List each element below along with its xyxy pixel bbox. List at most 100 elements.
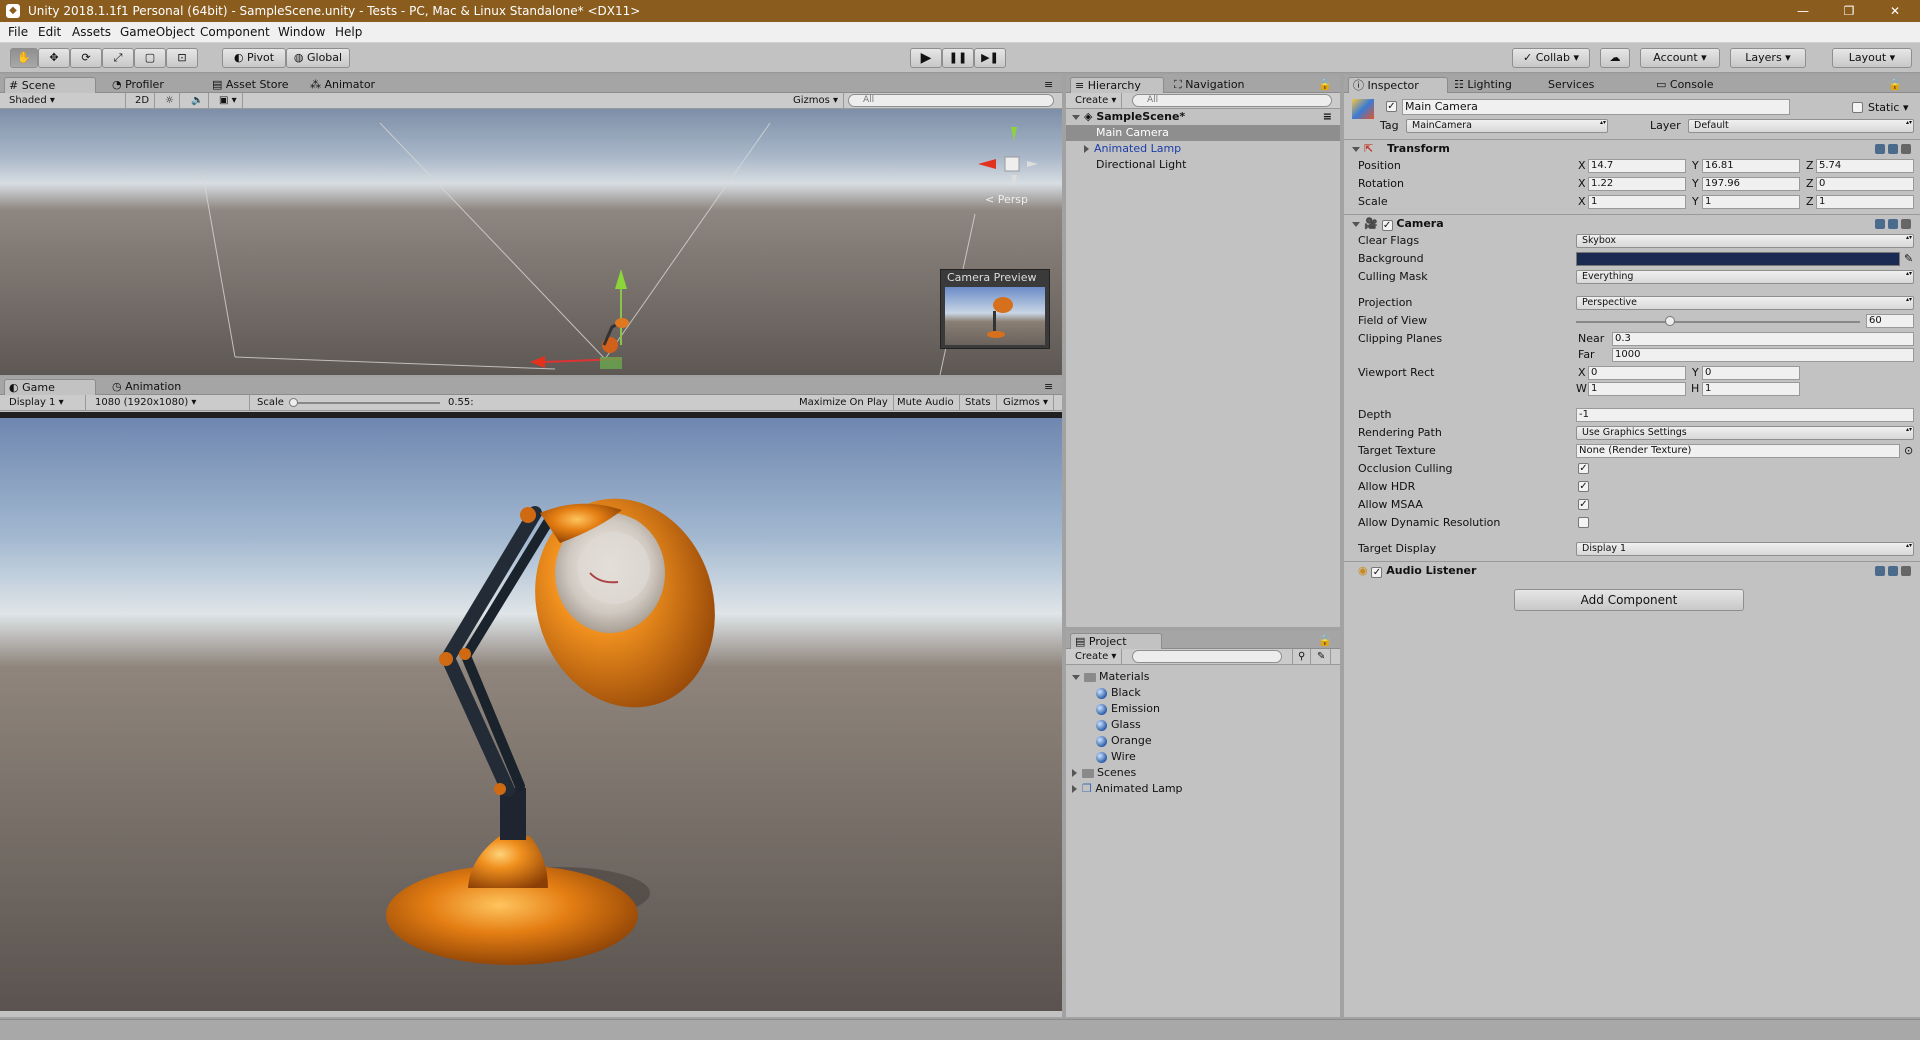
- display-dropdown[interactable]: Display 1 ▾: [4, 395, 86, 410]
- active-checkbox[interactable]: ✓: [1386, 101, 1397, 112]
- hand-tool-icon[interactable]: ✋: [10, 48, 38, 68]
- collab-dropdown[interactable]: ✓ Collab ▾: [1512, 48, 1590, 68]
- tab-console[interactable]: ▭ Console: [1652, 77, 1714, 93]
- culling-mask-dropdown[interactable]: Everything: [1576, 270, 1914, 284]
- project-material-emission[interactable]: Emission: [1066, 701, 1160, 717]
- stats-toggle[interactable]: Stats: [960, 395, 997, 410]
- layer-dropdown[interactable]: Default: [1688, 119, 1914, 133]
- cloud-icon[interactable]: ☁: [1600, 48, 1630, 68]
- component-header-icons[interactable]: [1872, 564, 1916, 576]
- fov-slider[interactable]: [1576, 321, 1860, 323]
- scene-search-input[interactable]: All: [848, 94, 1054, 107]
- panel-menu-icon[interactable]: ≡: [1040, 77, 1053, 93]
- scale-z-input[interactable]: 1: [1816, 195, 1914, 209]
- position-z-input[interactable]: 5.74: [1816, 159, 1914, 173]
- camera-header[interactable]: 🎥 ✓ Camera: [1344, 214, 1920, 231]
- transform-tool-icon[interactable]: ⊡: [166, 48, 198, 68]
- allow-msaa-checkbox[interactable]: ✓: [1578, 499, 1589, 510]
- object-picker-icon[interactable]: ⊙: [1904, 444, 1913, 458]
- rendering-path-dropdown[interactable]: Use Graphics Settings: [1576, 426, 1914, 440]
- fov-slider-thumb[interactable]: [1664, 316, 1675, 326]
- static-checkbox[interactable]: [1852, 102, 1863, 113]
- project-search-input[interactable]: [1132, 650, 1282, 663]
- near-input[interactable]: 0.3: [1612, 332, 1914, 346]
- scene-viewport[interactable]: < Persp Camera Preview: [0, 109, 1062, 375]
- project-material-orange[interactable]: Orange: [1066, 733, 1152, 749]
- play-button[interactable]: ▶: [910, 48, 942, 68]
- project-prefab-animated-lamp[interactable]: ❒ Animated Lamp: [1066, 781, 1183, 797]
- project-material-wire[interactable]: Wire: [1066, 749, 1136, 765]
- target-texture-field[interactable]: None (Render Texture): [1576, 444, 1900, 458]
- menu-file[interactable]: File: [8, 22, 28, 43]
- tab-services[interactable]: Services: [1544, 77, 1594, 93]
- tab-animation[interactable]: ◷ Animation: [108, 379, 181, 395]
- scale-slider-thumb[interactable]: [289, 398, 298, 407]
- project-folder-scenes[interactable]: Scenes: [1066, 765, 1136, 781]
- far-input[interactable]: 1000: [1612, 348, 1914, 362]
- occlusion-culling-checkbox[interactable]: ✓: [1578, 463, 1589, 474]
- camera-enabled-checkbox[interactable]: ✓: [1381, 220, 1393, 231]
- maximize-button[interactable]: ❐: [1826, 0, 1872, 22]
- pivot-toggle[interactable]: ◐ Pivot: [222, 48, 286, 68]
- tab-profiler[interactable]: ◔ Profiler: [108, 77, 164, 93]
- hierarchy-create-dropdown[interactable]: Create ▾: [1070, 93, 1123, 108]
- game-gizmos-dropdown[interactable]: Gizmos ▾: [998, 395, 1055, 410]
- menu-gameobject[interactable]: GameObject: [120, 22, 195, 43]
- rect-tool-icon[interactable]: ▢: [134, 48, 166, 68]
- rotate-tool-icon[interactable]: ⟳: [70, 48, 102, 68]
- tab-scene[interactable]: # Scene: [4, 77, 96, 93]
- transform-header[interactable]: ⇱ Transform: [1344, 139, 1920, 156]
- layout-dropdown[interactable]: Layout ▾: [1832, 48, 1912, 68]
- tab-lighting[interactable]: ☷ Lighting: [1450, 77, 1512, 93]
- tab-inspector[interactable]: ⓘ Inspector: [1348, 77, 1448, 93]
- persp-label[interactable]: < Persp: [985, 193, 1028, 207]
- project-material-black[interactable]: Black: [1066, 685, 1141, 701]
- minimize-button[interactable]: —: [1780, 0, 1826, 22]
- menu-assets[interactable]: Assets: [72, 22, 111, 43]
- step-button[interactable]: ▶❚: [974, 48, 1006, 68]
- hierarchy-item-animated-lamp[interactable]: Animated Lamp: [1066, 141, 1340, 157]
- background-color-swatch[interactable]: [1576, 252, 1900, 266]
- pause-button[interactable]: ❚❚: [942, 48, 974, 68]
- target-display-dropdown[interactable]: Display 1: [1576, 542, 1914, 556]
- projection-dropdown[interactable]: Perspective: [1576, 296, 1914, 310]
- audio-listener-header[interactable]: ◉ ✓ Audio Listener: [1344, 561, 1920, 578]
- filter-type-icon[interactable]: ⚲: [1292, 649, 1312, 664]
- lock-icon[interactable]: 🔒: [1314, 633, 1332, 649]
- component-header-icons[interactable]: [1872, 217, 1916, 229]
- rotation-x-input[interactable]: 1.22: [1588, 177, 1686, 191]
- rotation-y-input[interactable]: 197.96: [1702, 177, 1800, 191]
- tab-game[interactable]: ◐ Game: [4, 379, 96, 395]
- scene-options-icon[interactable]: ≡: [1323, 109, 1332, 125]
- gizmos-dropdown[interactable]: Gizmos ▾: [788, 93, 845, 108]
- eyedropper-icon[interactable]: ✎: [1904, 252, 1913, 266]
- project-material-glass[interactable]: Glass: [1066, 717, 1141, 733]
- hierarchy-item-directional-light[interactable]: Directional Light: [1066, 157, 1340, 173]
- hierarchy-item-main-camera[interactable]: Main Camera: [1066, 125, 1340, 141]
- project-folder-materials[interactable]: Materials: [1066, 669, 1149, 685]
- effects-dropdown-icon[interactable]: ▣ ▾: [214, 93, 243, 108]
- close-button[interactable]: ✕: [1872, 0, 1918, 22]
- maximize-on-play-toggle[interactable]: Maximize On Play: [794, 395, 894, 410]
- project-create-dropdown[interactable]: Create ▾: [1070, 649, 1123, 664]
- scale-x-input[interactable]: 1: [1588, 195, 1686, 209]
- scale-y-input[interactable]: 1: [1702, 195, 1800, 209]
- menu-component[interactable]: Component: [200, 22, 270, 43]
- rotation-z-input[interactable]: 0: [1816, 177, 1914, 191]
- lock-icon[interactable]: 🔒: [1884, 77, 1902, 93]
- hierarchy-search-input[interactable]: All: [1132, 94, 1332, 107]
- account-dropdown[interactable]: Account ▾: [1640, 48, 1720, 68]
- layers-dropdown[interactable]: Layers ▾: [1730, 48, 1806, 68]
- position-x-input[interactable]: 14.7: [1588, 159, 1686, 173]
- mute-audio-toggle[interactable]: Mute Audio: [892, 395, 960, 410]
- component-header-icons[interactable]: [1872, 142, 1916, 154]
- tab-project[interactable]: ▤ Project: [1070, 633, 1162, 649]
- fov-input[interactable]: 60: [1866, 314, 1914, 328]
- scale-slider[interactable]: [290, 402, 440, 404]
- global-toggle[interactable]: ◍ Global: [286, 48, 350, 68]
- position-y-input[interactable]: 16.81: [1702, 159, 1800, 173]
- tab-navigation[interactable]: ⛶ Navigation: [1170, 77, 1245, 93]
- menu-window[interactable]: Window: [278, 22, 325, 43]
- add-component-button[interactable]: Add Component: [1514, 589, 1744, 611]
- object-name-input[interactable]: Main Camera: [1402, 99, 1790, 115]
